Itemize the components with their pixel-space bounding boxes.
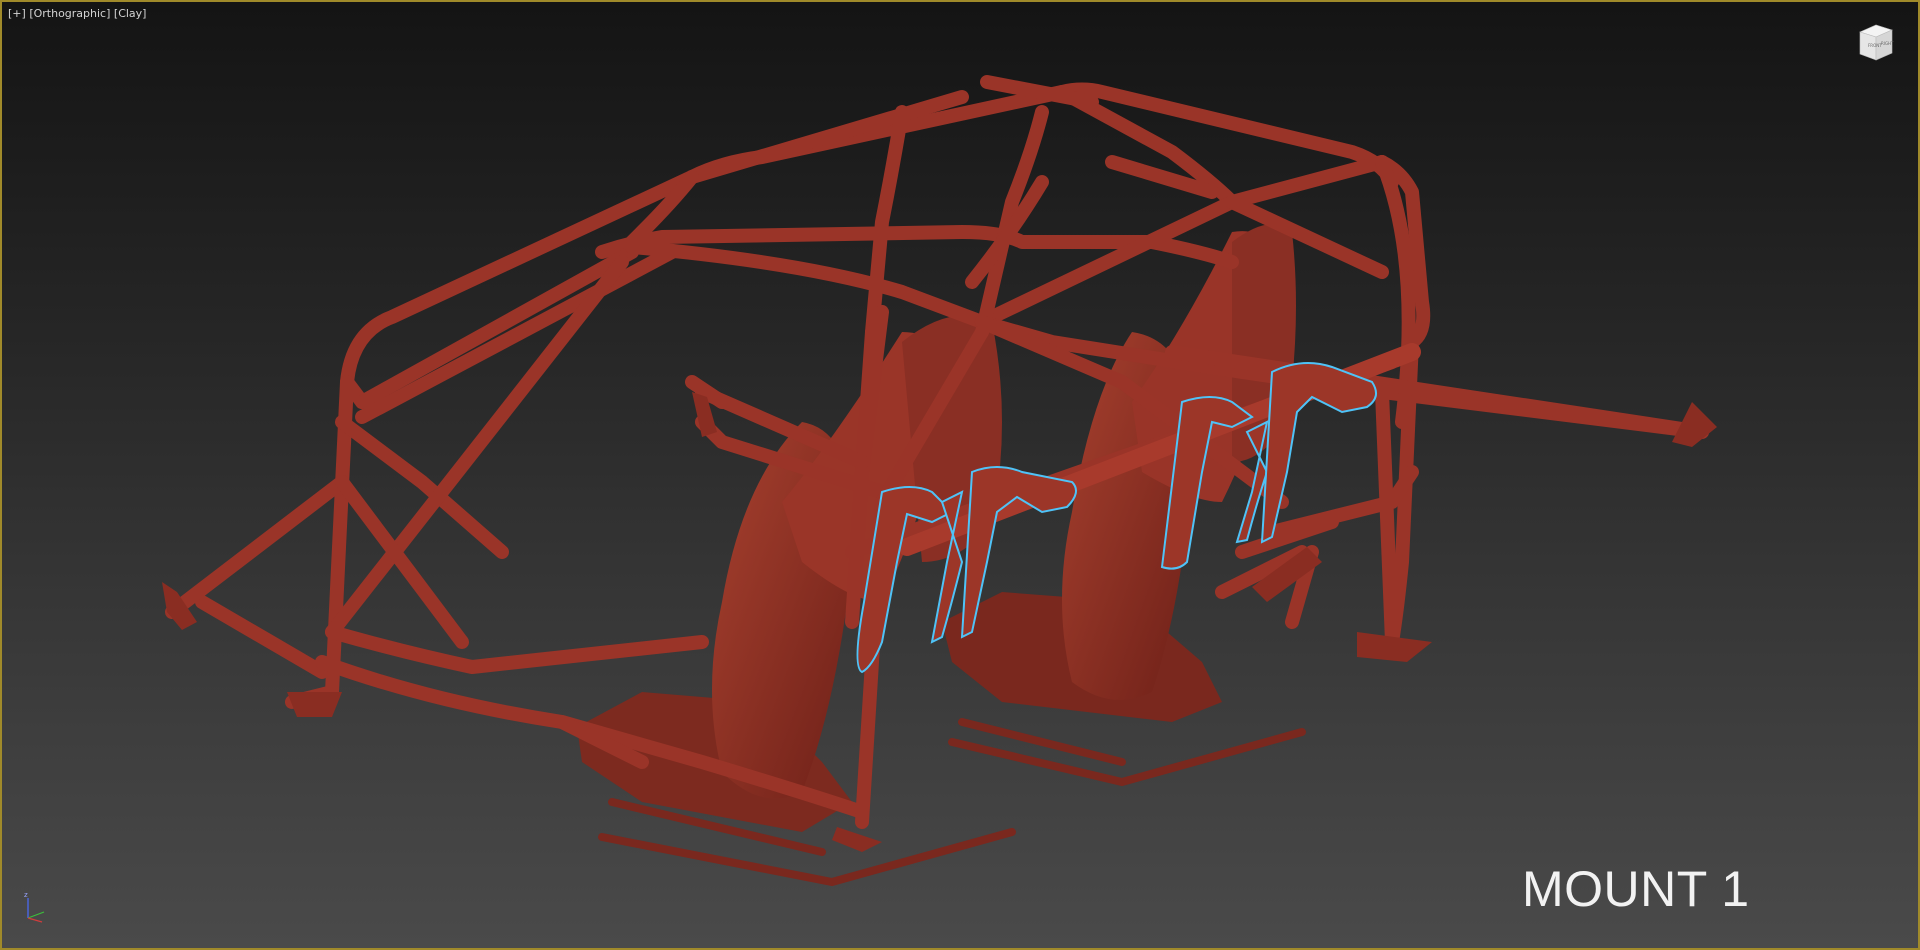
viewcube-right-label: RIGHT: [1881, 41, 1894, 46]
viewport-frame[interactable]: [+] [Orthographic] [Clay] FRONT RIGHT MO…: [0, 0, 1920, 950]
viewport-label: [+] [Orthographic] [Clay]: [8, 7, 146, 20]
viewcube-icon[interactable]: FRONT RIGHT: [1854, 20, 1898, 64]
viewport-menu-button[interactable]: [+]: [8, 7, 26, 20]
mount-title: MOUNT 1: [1522, 861, 1750, 917]
view-type-button[interactable]: [Orthographic]: [29, 7, 110, 20]
axis-tripod-icon: z: [24, 891, 45, 923]
shading-mode-button[interactable]: [Clay]: [114, 7, 147, 20]
roll-cage-scene[interactable]: [2, 2, 1918, 948]
axis-z-label: z: [24, 891, 28, 899]
